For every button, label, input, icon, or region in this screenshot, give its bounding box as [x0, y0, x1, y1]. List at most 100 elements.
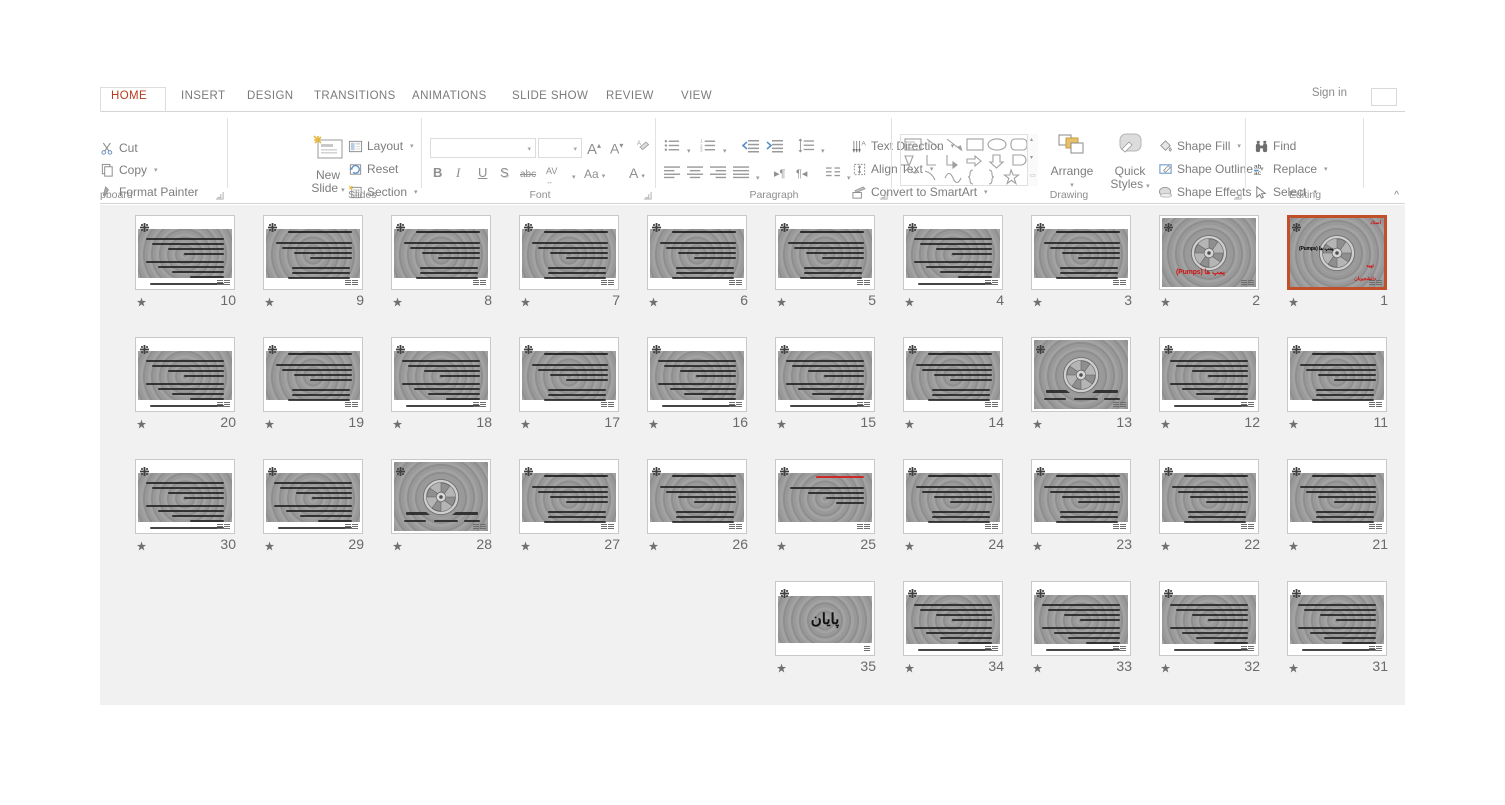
slide-thumbnail[interactable]: [135, 215, 235, 290]
increase-indent-button[interactable]: [766, 139, 784, 156]
decrease-indent-button[interactable]: [741, 139, 760, 156]
rtl-text-direction-button[interactable]: ¶◂: [796, 167, 807, 181]
slide-thumbnail[interactable]: [1287, 337, 1387, 412]
animation-star-icon[interactable]: [1032, 295, 1043, 307]
animation-star-icon[interactable]: [392, 539, 403, 551]
slide-thumbnail[interactable]: [263, 337, 363, 412]
chevron-down-icon[interactable]: ▾: [1237, 142, 1241, 150]
shapes-gallery[interactable]: ▴ ▾ ▭: [900, 134, 1038, 186]
slide-cell[interactable]: 10: [130, 215, 240, 310]
numbering-button[interactable]: 123: [700, 138, 717, 157]
slide-cell[interactable]: پایان 35: [770, 581, 880, 676]
window-restore-button[interactable]: [1371, 88, 1397, 106]
slide-thumbnail[interactable]: استاد (Pumps) پمپ ها تهیه دانشجویان: [1287, 215, 1387, 290]
grow-font-button[interactable]: A▴: [587, 139, 601, 157]
slide-thumbnail[interactable]: [391, 459, 491, 534]
slide-cell[interactable]: 3: [1026, 215, 1136, 310]
slide-cell[interactable]: 21: [1282, 459, 1392, 554]
slide-thumbnail[interactable]: [263, 459, 363, 534]
slide-thumbnail[interactable]: [1031, 215, 1131, 290]
quick-styles-button[interactable]: Quick Styles ▾: [1104, 132, 1156, 193]
slide-cell[interactable]: 12: [1154, 337, 1264, 432]
animation-star-icon[interactable]: [1160, 417, 1171, 429]
replace-button[interactable]: ab ac Replace ▾: [1254, 159, 1328, 179]
slide-thumbnail[interactable]: [647, 459, 747, 534]
slide-cell[interactable]: 18: [386, 337, 496, 432]
slide-cell[interactable]: 32: [1154, 581, 1264, 676]
animation-star-icon[interactable]: [136, 539, 147, 551]
slide-thumbnail[interactable]: پایان: [775, 581, 875, 656]
font-color-button[interactable]: A ▾: [629, 166, 645, 184]
text-shadow-button[interactable]: S: [500, 166, 509, 180]
layout-button[interactable]: Layout ▾: [348, 136, 414, 156]
chevron-down-icon[interactable]: ▾: [341, 187, 345, 194]
arrange-button[interactable]: Arrange ▾: [1044, 132, 1100, 192]
slide-cell[interactable]: 34: [898, 581, 1008, 676]
strikethrough-button[interactable]: abc: [520, 168, 536, 182]
bold-button[interactable]: B: [433, 166, 442, 180]
slide-thumbnail[interactable]: [1159, 337, 1259, 412]
align-center-button[interactable]: [687, 166, 704, 182]
paragraph-dialog-launcher[interactable]: [879, 191, 888, 200]
bullets-caret[interactable]: ▾: [684, 142, 691, 159]
slide-thumbnail[interactable]: [647, 337, 747, 412]
chevron-down-icon[interactable]: ▾: [527, 145, 531, 153]
slide-cell[interactable]: 25: [770, 459, 880, 554]
columns-button[interactable]: [826, 167, 841, 182]
animation-star-icon[interactable]: [904, 661, 915, 673]
slide-cell[interactable]: 24: [898, 459, 1008, 554]
animation-star-icon[interactable]: [264, 295, 275, 307]
slide-thumbnail[interactable]: [903, 459, 1003, 534]
slide-cell[interactable]: 5: [770, 215, 880, 310]
slide-cell[interactable]: 15: [770, 337, 880, 432]
slide-thumbnail[interactable]: [903, 337, 1003, 412]
slide-thumbnail[interactable]: [391, 337, 491, 412]
slide-thumbnail[interactable]: [1287, 581, 1387, 656]
animation-star-icon[interactable]: [136, 295, 147, 307]
slide-cell[interactable]: 4: [898, 215, 1008, 310]
slide-thumbnail[interactable]: [519, 337, 619, 412]
line-spacing-caret[interactable]: ▾: [818, 142, 825, 159]
slide-thumbnail[interactable]: [135, 459, 235, 534]
copy-button[interactable]: Copy ▾: [100, 160, 158, 180]
animation-star-icon[interactable]: [392, 295, 403, 307]
slide-cell[interactable]: 30: [130, 459, 240, 554]
slide-cell[interactable]: (Pumps) پمپ ها 2: [1154, 215, 1264, 310]
reset-button[interactable]: Reset: [348, 159, 398, 179]
tab-view[interactable]: VIEW: [672, 88, 721, 104]
align-right-button[interactable]: [710, 166, 727, 182]
tab-insert[interactable]: INSERT: [172, 88, 234, 104]
chevron-down-icon[interactable]: ▾: [573, 145, 577, 153]
animation-star-icon[interactable]: [1032, 417, 1043, 429]
slide-cell[interactable]: 13: [1026, 337, 1136, 432]
animation-star-icon[interactable]: [776, 539, 787, 551]
animation-star-icon[interactable]: [1032, 539, 1043, 551]
slide-cell[interactable]: 11: [1282, 337, 1392, 432]
slide-thumbnail[interactable]: [1031, 337, 1131, 412]
animation-star-icon[interactable]: [1288, 661, 1299, 673]
slide-thumbnail[interactable]: [1031, 459, 1131, 534]
slide-thumbnail[interactable]: [135, 337, 235, 412]
slide-cell[interactable]: استاد (Pumps) پمپ ها تهیه دانشجویان 1: [1282, 215, 1392, 310]
animation-star-icon[interactable]: [648, 539, 659, 551]
sign-in-link[interactable]: Sign in: [1312, 87, 1347, 99]
slide-cell[interactable]: 8: [386, 215, 496, 310]
slide-thumbnail[interactable]: [519, 459, 619, 534]
slide-thumbnail[interactable]: [647, 215, 747, 290]
clipboard-dialog-launcher[interactable]: [215, 191, 224, 200]
slide-thumbnail[interactable]: [903, 581, 1003, 656]
tab-animations[interactable]: ANIMATIONS: [403, 88, 496, 104]
animation-star-icon[interactable]: [904, 295, 915, 307]
slide-cell[interactable]: 27: [514, 459, 624, 554]
tab-home[interactable]: HOME: [100, 88, 158, 105]
animation-star-icon[interactable]: [904, 539, 915, 551]
slide-cell[interactable]: 6: [642, 215, 752, 310]
font-size-input[interactable]: ▾: [538, 138, 582, 158]
font-dialog-launcher[interactable]: [643, 191, 652, 200]
slide-thumbnail[interactable]: [263, 215, 363, 290]
animation-star-icon[interactable]: [776, 417, 787, 429]
tab-review[interactable]: REVIEW: [597, 88, 663, 104]
shrink-font-button[interactable]: A▾: [610, 139, 623, 156]
slide-thumbnail[interactable]: [903, 215, 1003, 290]
animation-star-icon[interactable]: [1288, 417, 1299, 429]
